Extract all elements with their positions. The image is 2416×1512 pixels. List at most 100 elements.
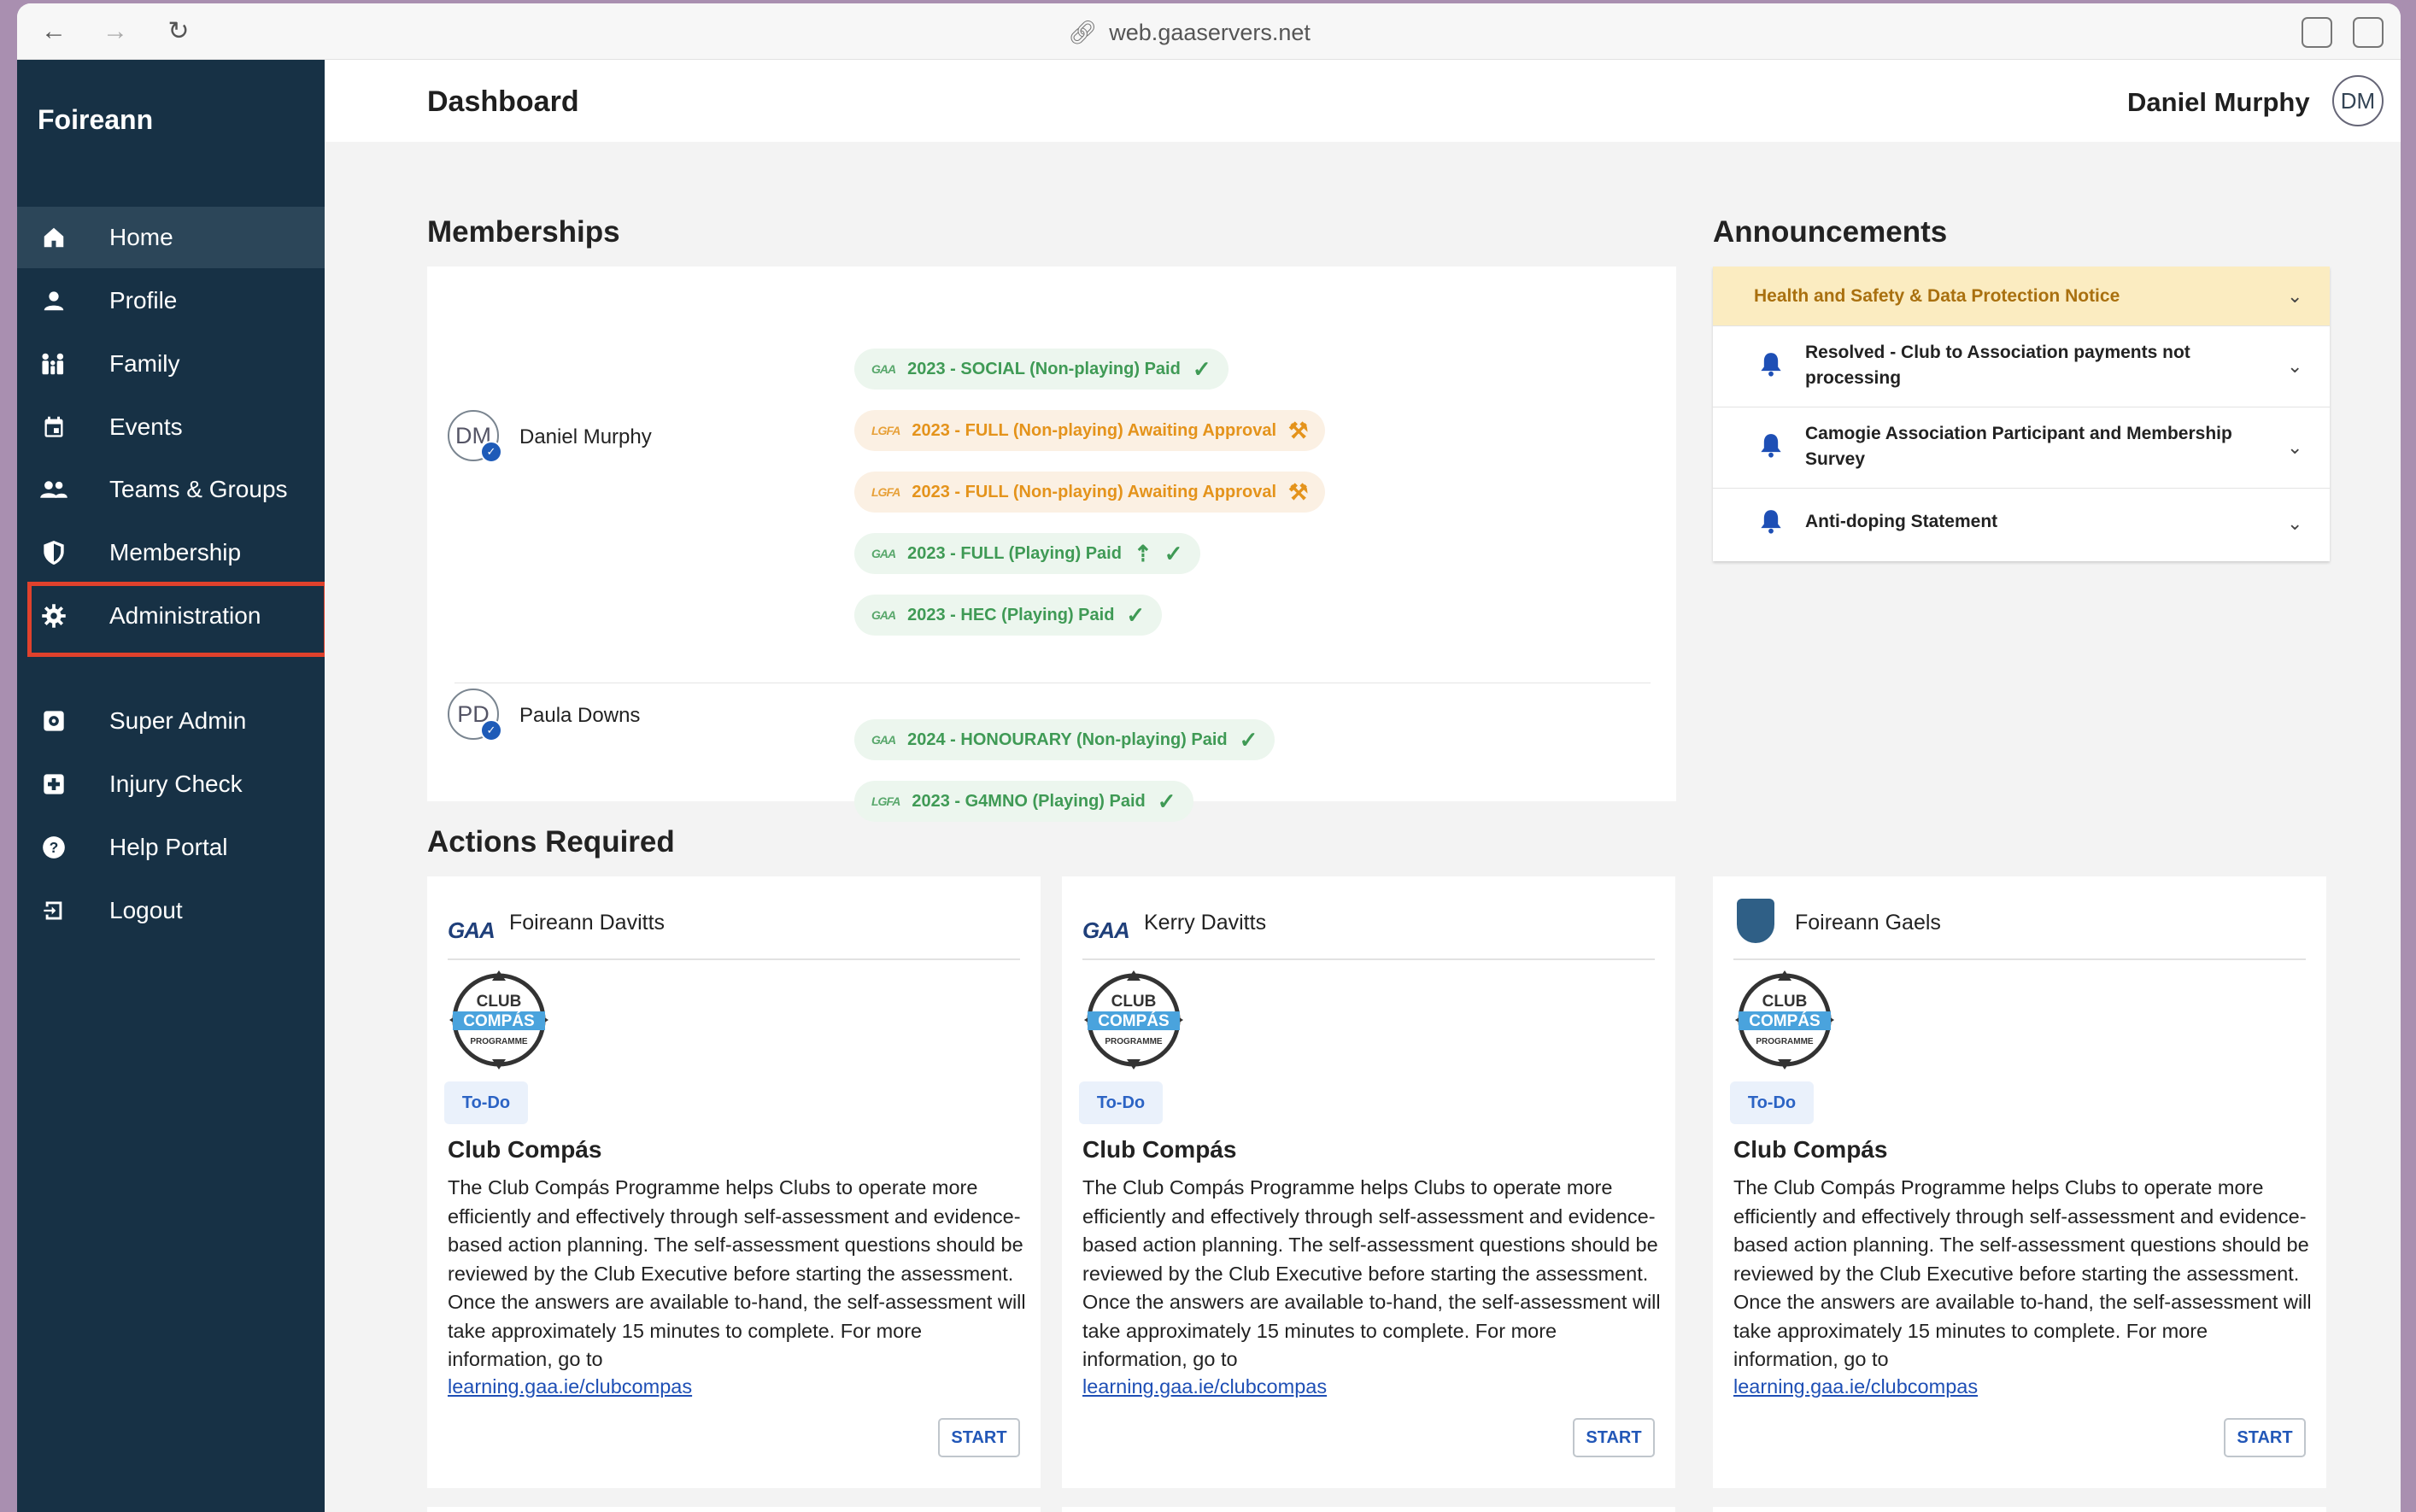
club-compas-badge-icon: CLUB COMPÁS PROGRAMME (448, 969, 550, 1071)
sidebar-item-events[interactable]: Events (17, 396, 325, 458)
chevron-down-icon[interactable]: ⌄ (2287, 437, 2311, 460)
sidebar-item-label: Profile (109, 287, 178, 314)
check-icon: ✓ (1164, 540, 1183, 566)
membership-pill[interactable]: GAA 2024 - HONOURARY (Non-playing) Paid … (854, 719, 1275, 760)
home-icon (38, 221, 70, 254)
action-card: GAA Kerry Davitts CLUB COMPÁS PROGRAMME … (1062, 876, 1675, 1488)
sidebar-item-administration[interactable]: Administration (17, 585, 325, 647)
sidebar-item-label: Teams & Groups (109, 476, 288, 502)
verified-icon: ✓ (480, 441, 502, 463)
sidebar-item-label: Injury Check (109, 771, 243, 797)
membership-pill-text: 2023 - FULL (Non-playing) Awaiting Appro… (912, 482, 1277, 501)
sidebar-item-label: Events (109, 413, 183, 440)
membership-pill-text: 2024 - HONOURARY (Non-playing) Paid (907, 730, 1228, 749)
membership-pill[interactable]: GAA 2023 - SOCIAL (Non-playing) Paid ✓ (854, 349, 1229, 390)
svg-text:PROGRAMME: PROGRAMME (1105, 1037, 1163, 1046)
avatar[interactable]: DM (2332, 75, 2384, 126)
chevron-down-icon[interactable]: ⌄ (2287, 285, 2311, 309)
announcement-item[interactable]: Anti-doping Statement ⌄ (1713, 489, 2330, 561)
membership-pill-text: 2023 - HEC (Playing) Paid (907, 605, 1115, 624)
announcement-title: Resolved - Club to Association payments … (1805, 343, 2190, 388)
announcement-title: Health and Safety & Data Protection Noti… (1754, 286, 2120, 306)
sidebar-toggle-icon[interactable] (2353, 17, 2384, 48)
help-icon: ? (38, 831, 70, 864)
url-text: web.gaaservers.net (1109, 19, 1311, 45)
person-icon (38, 284, 70, 317)
check-icon: ✓ (1126, 601, 1146, 628)
membership-pill[interactable]: GAA 2023 - FULL (Playing) Paid ⇡ ✓ (854, 533, 1200, 574)
divider (1082, 958, 1655, 960)
sidebar-item-label: Membership (109, 539, 242, 566)
learning-link[interactable]: learning.gaa.ie/clubcompas (1733, 1375, 1978, 1398)
membership-pill[interactable]: LGFA 2023 - G4MNO (Playing) Paid ✓ (854, 781, 1193, 822)
status-badge: To-Do (1730, 1081, 1814, 1124)
sidebar-item-label: Home (109, 224, 173, 250)
gear-icon (38, 600, 70, 632)
learning-link[interactable]: learning.gaa.ie/clubcompas (1082, 1375, 1327, 1398)
card-title: Club Compás (1733, 1136, 1888, 1163)
action-card: Foireann Gaels CLUB COMPÁS PROGRAMME To-… (1713, 876, 2326, 1488)
membership-pill-text: 2023 - FULL (Non-playing) Awaiting Appro… (912, 420, 1277, 440)
gaa-logo-icon: GAA (871, 362, 896, 376)
divider (1733, 958, 2306, 960)
address-bar[interactable]: 🔗︎ web.gaaservers.net (1068, 17, 1311, 48)
chevron-down-icon[interactable]: ⌄ (2287, 355, 2311, 379)
browser-window: ← → ↻ 🔗︎ web.gaaservers.net Foireann Hom… (17, 3, 2401, 1512)
svg-text:PROGRAMME: PROGRAMME (1756, 1037, 1814, 1046)
check-icon: ✓ (1192, 355, 1211, 382)
card-description: The Club Compás Programme helps Clubs to… (1733, 1176, 2312, 1370)
club-crest-icon (1737, 899, 1774, 943)
user-name[interactable]: Daniel Murphy (2127, 87, 2310, 118)
memberships-card: DM ✓ Daniel Murphy GAA 2023 - SOCIAL (No… (427, 267, 1676, 822)
extensions-icon[interactable] (2302, 17, 2332, 48)
status-badge: To-Do (1079, 1081, 1163, 1124)
status-badge: To-Do (444, 1081, 528, 1124)
top-header: Dashboard Daniel Murphy DM (325, 60, 2401, 142)
sidebar-item-label: Family (109, 350, 180, 377)
sidebar-item-teams-groups[interactable]: Teams & Groups (17, 459, 325, 520)
sidebar-item-profile[interactable]: Profile (17, 270, 325, 331)
back-arrow-icon[interactable]: ← (38, 15, 70, 48)
memberships-heading: Memberships (427, 215, 620, 249)
card-title: Club Compás (448, 1136, 602, 1163)
sidebar-item-super-admin[interactable]: Super Admin (17, 690, 325, 752)
announcement-item[interactable]: Resolved - Club to Association payments … (1713, 326, 2330, 407)
bell-icon (1759, 507, 1783, 535)
sidebar-item-label: Super Admin (109, 707, 247, 734)
upgrade-arrow-icon: ⇡ (1133, 540, 1152, 566)
card-description: The Club Compás Programme helps Clubs to… (448, 1176, 1026, 1370)
main-content: Dashboard Daniel Murphy DM Memberships A… (325, 60, 2401, 1512)
announcements-heading: Announcements (1713, 215, 1948, 249)
start-button[interactable]: START (938, 1418, 1020, 1457)
lgfa-logo-icon: LGFA (871, 424, 900, 437)
membership-pill[interactable]: GAA 2023 - HEC (Playing) Paid ✓ (854, 595, 1163, 636)
sidebar-item-family[interactable]: Family (17, 333, 325, 395)
announcement-item[interactable]: Camogie Association Participant and Memb… (1713, 407, 2330, 489)
start-button[interactable]: START (1573, 1418, 1655, 1457)
action-card (1713, 1507, 2326, 1512)
sidebar-item-injury-check[interactable]: Injury Check (17, 753, 325, 815)
membership-pill[interactable]: LGFA 2023 - FULL (Non-playing) Awaiting … (854, 472, 1326, 513)
sidebar-item-help-portal[interactable]: ? Help Portal (17, 817, 325, 878)
medical-plus-icon (38, 768, 70, 800)
sidebar-item-membership[interactable]: Membership (17, 522, 325, 583)
brand-logo[interactable]: Foireann (38, 104, 153, 136)
sidebar-item-logout[interactable]: Logout (17, 880, 325, 941)
reload-icon[interactable]: ↻ (162, 15, 195, 48)
club-name: Foireann Gaels (1795, 911, 1941, 935)
club-name: Kerry Davitts (1144, 911, 1267, 935)
sidebar-item-home[interactable]: Home (17, 207, 325, 268)
forward-arrow-icon[interactable]: → (99, 15, 132, 48)
learning-link[interactable]: learning.gaa.ie/clubcompas (448, 1375, 692, 1398)
actions-heading: Actions Required (427, 825, 675, 859)
card-title: Club Compás (1082, 1136, 1237, 1163)
svg-text:COMPÁS: COMPÁS (1098, 1011, 1169, 1030)
action-card (1062, 1507, 1675, 1512)
announcement-item[interactable]: Health and Safety & Data Protection Noti… (1713, 267, 2330, 326)
start-button[interactable]: START (2224, 1418, 2306, 1457)
membership-pill[interactable]: LGFA 2023 - FULL (Non-playing) Awaiting … (854, 410, 1326, 451)
divider (448, 958, 1020, 960)
club-compas-badge-icon: CLUB COMPÁS PROGRAMME (1082, 969, 1185, 1071)
sidebar-item-label: Help Portal (109, 834, 228, 860)
chevron-down-icon[interactable]: ⌄ (2287, 513, 2311, 536)
